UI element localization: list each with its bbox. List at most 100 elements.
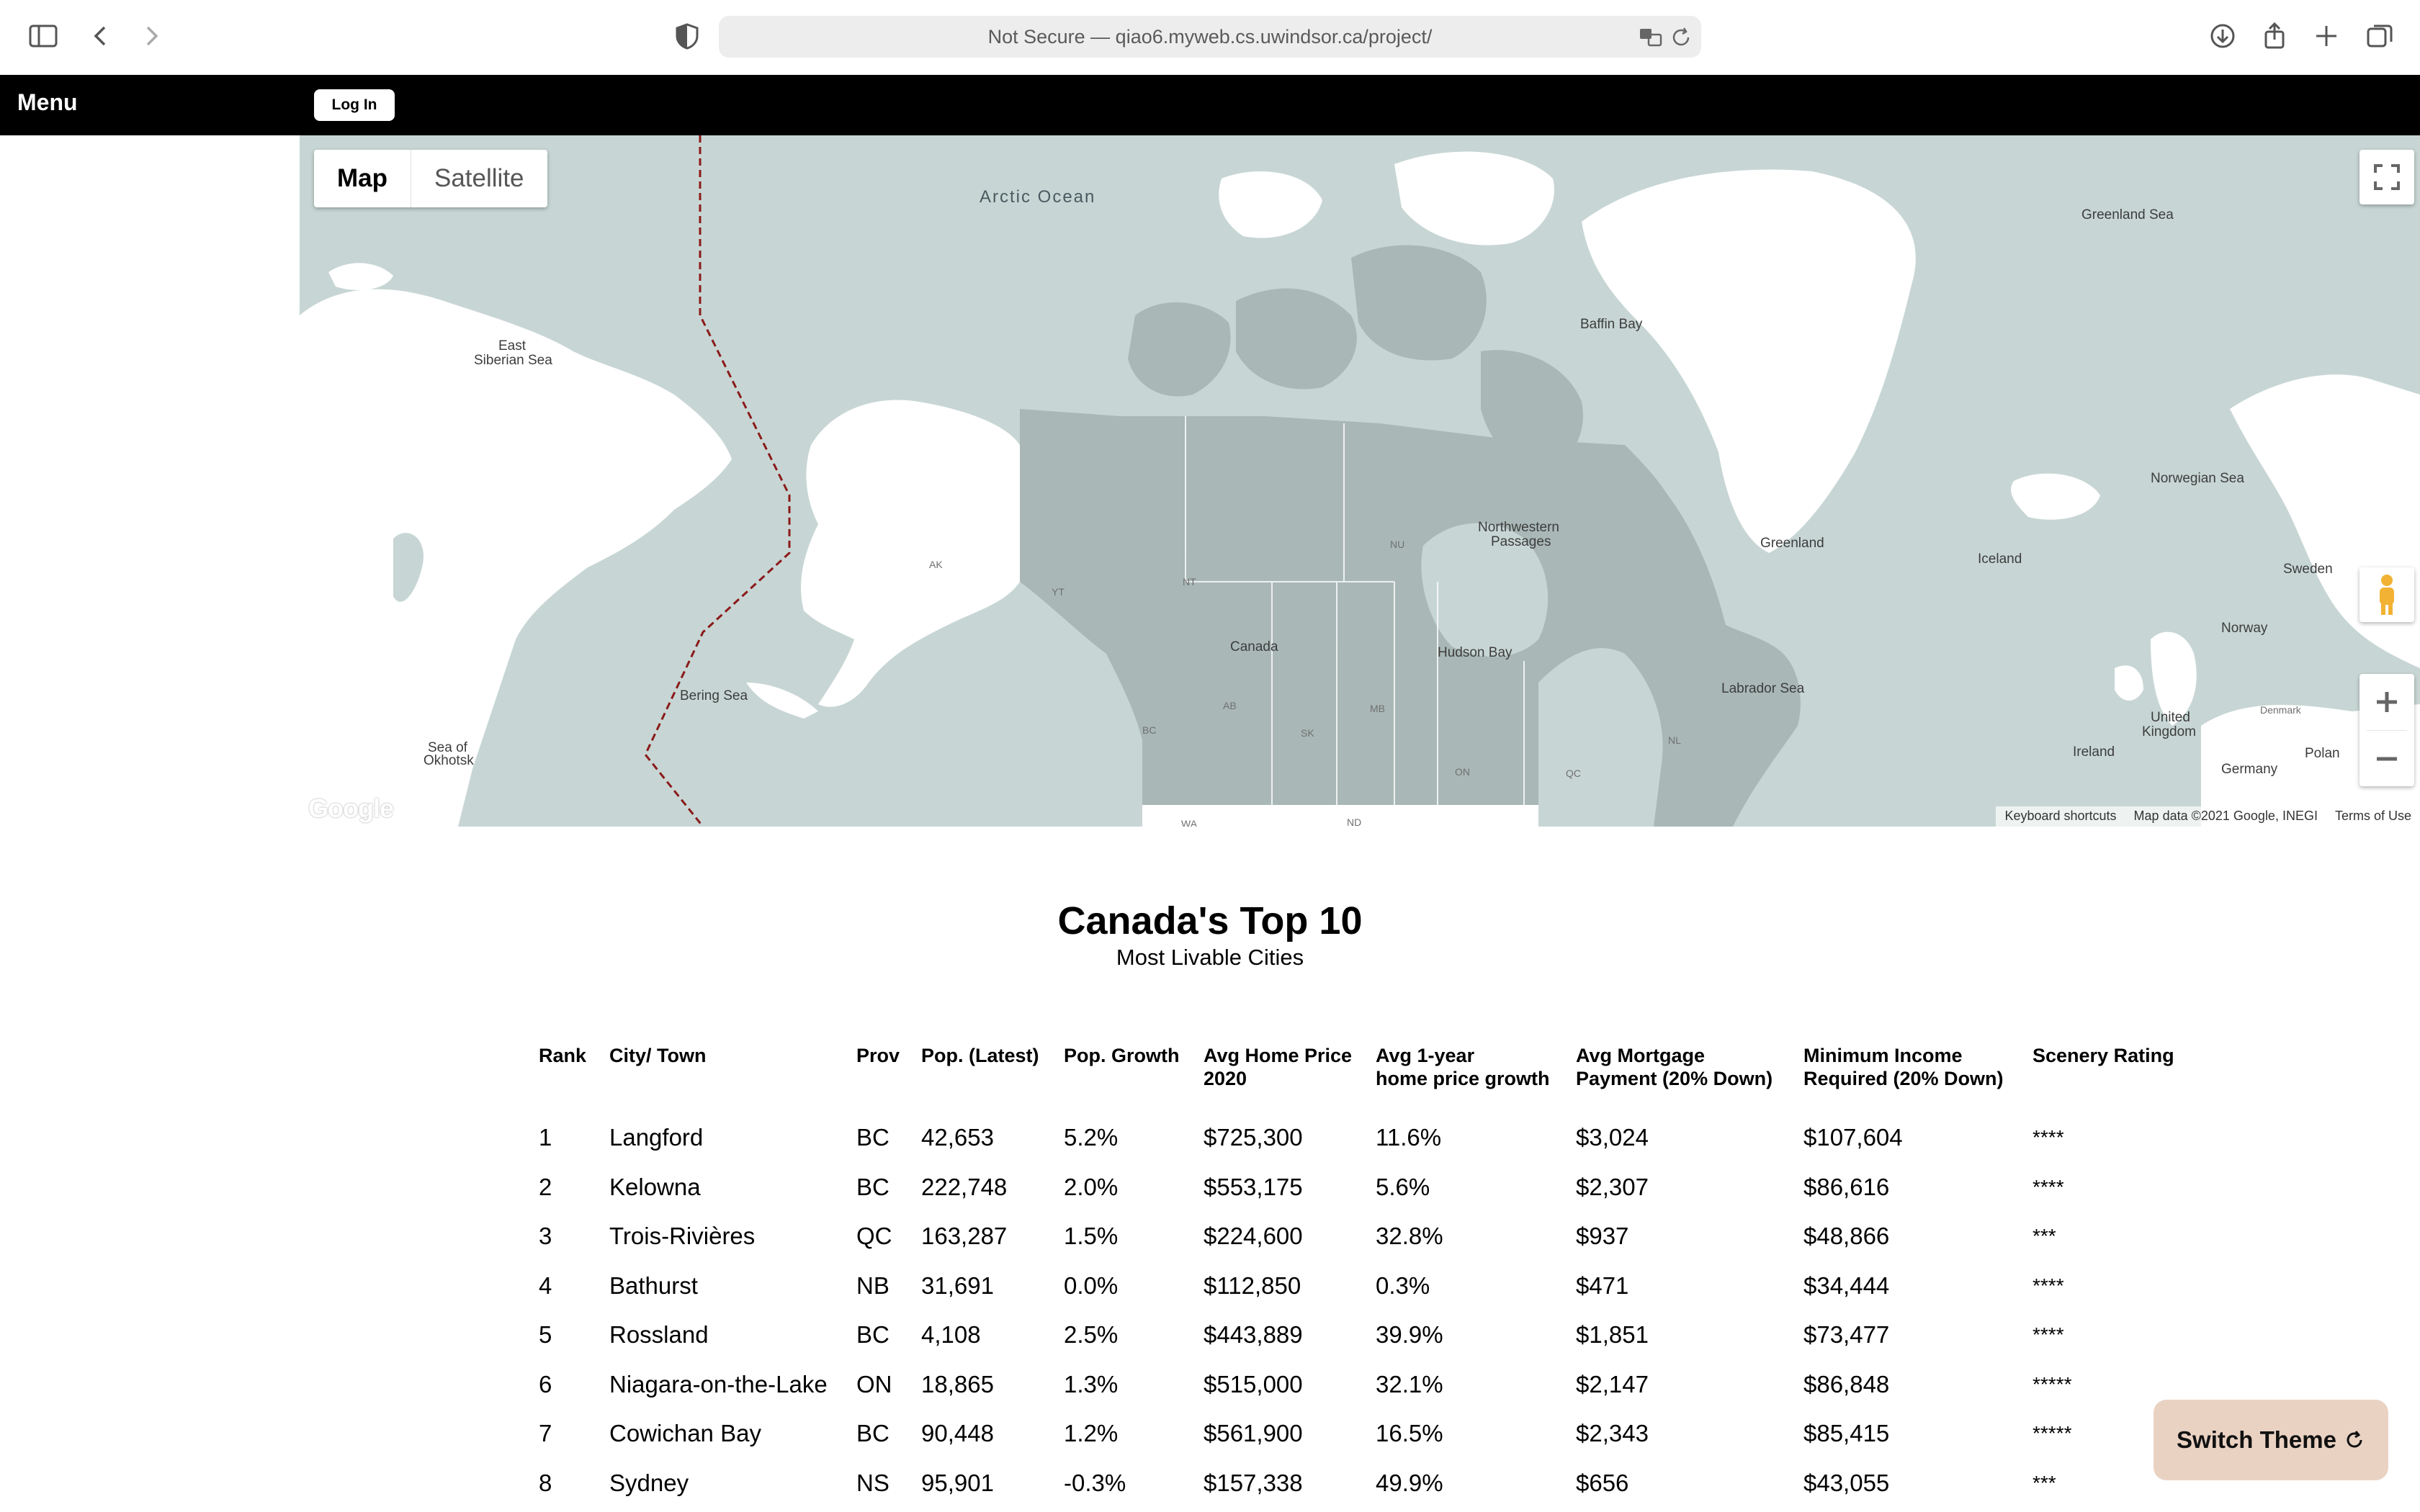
map-label-nw-passages-1: Northwestern — [1478, 520, 1559, 535]
map-label-bc: BC — [1142, 724, 1157, 736]
map-label-yt: YT — [1052, 586, 1065, 598]
scenery-rating-cell: *** — [2033, 1225, 2056, 1248]
map-label-canada: Canada — [1230, 639, 1278, 654]
scenery-rating-cell: **** — [2033, 1323, 2064, 1346]
sidebar-toggle-icon[interactable] — [23, 16, 63, 56]
table-cell: -0.3% — [1064, 1469, 1126, 1496]
column-header-line: Pop. (Latest) — [921, 1045, 1039, 1066]
table-cell: $937 — [1576, 1223, 1629, 1250]
table-cell: $85,415 — [1803, 1420, 1890, 1447]
table-cell: QC — [856, 1223, 892, 1250]
map-label-bering-sea: Bering Sea — [680, 688, 748, 703]
map-label-norway: Norway — [2221, 621, 2268, 636]
menu-button[interactable]: Menu — [17, 89, 78, 116]
column-header: Avg Mortgage Payment (20% Down) — [1576, 1044, 1803, 1113]
table-cell: $725,300 — [1204, 1124, 1303, 1151]
table-cell: NS — [856, 1469, 889, 1496]
map-type-satellite-button[interactable]: Satellite — [411, 150, 547, 207]
privacy-shield-icon[interactable] — [667, 16, 707, 56]
column-header: Prov — [856, 1044, 921, 1113]
map-label-uk-1: United — [2151, 710, 2190, 725]
table-cell: 49.9% — [1376, 1469, 1443, 1496]
table-cell: 0.0% — [1064, 1272, 1119, 1299]
table-cell: 4 — [539, 1272, 552, 1299]
map-label-east-siberian-1: East — [498, 338, 526, 354]
map-type-control: Map Satellite — [314, 150, 547, 207]
table-cell: 8 — [539, 1469, 552, 1496]
table-cell: $443,889 — [1204, 1321, 1303, 1349]
browser-toolbar: Not Secure — qiao6.myweb.cs.uwindsor.ca/… — [0, 0, 2420, 75]
table-cell: 7 — [539, 1420, 552, 1447]
tab-overview-icon[interactable] — [2360, 16, 2400, 56]
table-cell: 1.5% — [1064, 1223, 1119, 1250]
map-label-east-siberian-2: Siberian Sea — [474, 353, 552, 368]
map-label-iceland: Iceland — [1978, 552, 2022, 567]
table-cell: $112,850 — [1204, 1272, 1301, 1299]
map-label-germany: Germany — [2221, 762, 2278, 777]
fullscreen-button[interactable] — [2360, 150, 2414, 204]
map-data-attribution: Map data ©2021 Google, INEGI — [2133, 809, 2318, 823]
reload-icon[interactable] — [1668, 24, 1694, 50]
table-cell: 32.8% — [1376, 1223, 1443, 1250]
column-header: Avg Home Price 2020 — [1204, 1044, 1376, 1113]
map-label-on: ON — [1455, 766, 1470, 778]
table-cell: $3,024 — [1576, 1124, 1649, 1151]
terms-of-use-link[interactable]: Terms of Use — [2326, 806, 2420, 827]
table-cell: $656 — [1576, 1469, 1629, 1496]
zoom-out-button[interactable] — [2360, 731, 2414, 786]
keyboard-shortcuts-link[interactable]: Keyboard shortcuts — [1996, 806, 2125, 827]
back-icon[interactable] — [81, 16, 121, 56]
map-label-arctic-ocean: Arctic Ocean — [980, 187, 1096, 207]
translate-icon[interactable] — [1638, 24, 1664, 50]
map-label-labrador-sea: Labrador Sea — [1721, 681, 1805, 696]
table-cell: $471 — [1576, 1272, 1629, 1299]
map-label-qc: QC — [1566, 768, 1581, 779]
column-header-line: Scenery Rating — [2033, 1045, 2174, 1066]
table-cell: 11.6% — [1376, 1124, 1442, 1151]
map-canvas[interactable] — [300, 135, 2420, 827]
column-header: Minimum Income Required (20% Down) — [1803, 1044, 2033, 1113]
table-cell: Cowichan Bay — [609, 1420, 761, 1447]
table-cell: 32.1% — [1376, 1370, 1443, 1398]
page-subtitle: Most Livable Cities — [1116, 945, 1304, 970]
site-navbar: Menu Log In — [0, 75, 2420, 135]
column-header: Rank — [539, 1044, 609, 1113]
map-label-nw-passages-2: Passages — [1491, 534, 1551, 549]
map-view[interactable]: Map Satellite Arctic Ocean East Siberian… — [300, 135, 2420, 827]
new-tab-icon[interactable] — [2306, 16, 2347, 56]
table-cell: 90,448 — [921, 1420, 994, 1447]
table-body: 1 Langford BC 42,653 5.2% $725,300 11.6% $3,024… — [539, 1113, 2184, 1508]
table-cell: 6 — [539, 1370, 552, 1398]
share-icon[interactable] — [2254, 16, 2295, 56]
google-logo[interactable]: Google — [308, 793, 394, 824]
table-row: 1 Langford BC 42,653 5.2% $725,300 11.6% $3,024… — [539, 1113, 2184, 1163]
address-bar[interactable]: Not Secure — qiao6.myweb.cs.uwindsor.ca/… — [719, 16, 1701, 58]
column-header-line: home price growth — [1376, 1068, 1550, 1089]
map-label-denmark: Denmark — [2260, 704, 2301, 716]
table-cell: 3 — [539, 1223, 552, 1250]
url-text: Not Secure — qiao6.myweb.cs.uwindsor.ca/… — [987, 26, 1433, 48]
table-cell: Trois-Rivières — [609, 1223, 756, 1250]
column-header-line: Avg Home Price — [1204, 1045, 1353, 1066]
table-cell: $224,600 — [1204, 1223, 1303, 1250]
switch-theme-button[interactable]: Switch Theme — [2154, 1400, 2388, 1480]
map-type-map-button[interactable]: Map — [314, 150, 411, 207]
column-header-line: Avg 1-year — [1376, 1045, 1475, 1066]
table-row: 5 Rossland BC 4,108 2.5% $443,889 39.9% $1,851 $… — [539, 1310, 2184, 1360]
table-cell: 1.3% — [1064, 1370, 1119, 1398]
table-cell: $2,147 — [1576, 1370, 1649, 1398]
downloads-icon[interactable] — [2202, 16, 2243, 56]
table-cell: $2,343 — [1576, 1420, 1649, 1447]
table-cell: ON — [856, 1370, 892, 1398]
table-cell: 2 — [539, 1173, 552, 1200]
map-label-nu: NU — [1390, 539, 1405, 550]
zoom-in-button[interactable] — [2360, 674, 2414, 730]
login-button[interactable]: Log In — [314, 89, 395, 121]
table-cell: $34,444 — [1803, 1272, 1890, 1299]
table-cell: $515,000 — [1204, 1370, 1303, 1398]
column-header-line: Payment (20% Down) — [1576, 1068, 1773, 1089]
table-cell: 163,287 — [921, 1223, 1008, 1250]
street-view-pegman-button[interactable] — [2360, 567, 2414, 622]
forward-icon[interactable] — [131, 16, 171, 56]
table-row: 6 Niagara-on-the-Lake ON 18,865 1.3% $515,000… — [539, 1360, 2184, 1410]
